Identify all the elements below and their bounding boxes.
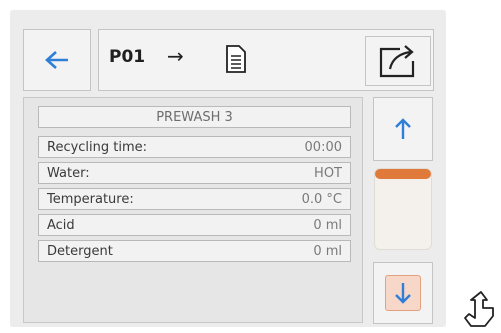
list-item[interactable]: Temperature: 0.0 °C bbox=[38, 188, 351, 210]
row-label: Detergent bbox=[47, 243, 113, 259]
scroll-down-highlight[interactable] bbox=[385, 275, 421, 311]
list-item[interactable]: Water: HOT bbox=[38, 162, 351, 184]
arrow-up-icon bbox=[395, 118, 411, 139]
row-label: Temperature: bbox=[47, 191, 134, 207]
document-icon bbox=[226, 45, 246, 73]
step-header: PREWASH 3 bbox=[38, 106, 351, 128]
row-label: Recycling time: bbox=[47, 139, 148, 155]
row-value: 0 ml bbox=[313, 243, 342, 259]
title-bar: P01 → bbox=[98, 29, 434, 91]
scrollbar-track[interactable] bbox=[374, 168, 432, 250]
row-value: 0 ml bbox=[313, 217, 342, 233]
row-value: 00:00 bbox=[304, 139, 342, 155]
arrow-left-icon bbox=[45, 51, 68, 69]
scrollbar-thumb[interactable] bbox=[375, 169, 431, 179]
list-item[interactable]: Recycling time: 00:00 bbox=[38, 136, 351, 158]
back-button[interactable] bbox=[23, 29, 91, 91]
export-button[interactable] bbox=[365, 36, 431, 86]
scroll-down-button[interactable] bbox=[373, 262, 433, 324]
list-item[interactable]: Acid 0 ml bbox=[38, 214, 351, 236]
scroll-up-button[interactable] bbox=[373, 97, 433, 161]
export-icon bbox=[379, 45, 415, 78]
program-step-list: PREWASH 3 Recycling time: 00:00 Water: H… bbox=[23, 97, 363, 323]
arrow-right-icon: → bbox=[167, 44, 184, 68]
row-value: HOT bbox=[314, 165, 342, 181]
hand-pointer-icon bbox=[464, 291, 494, 327]
row-value: 0.0 °C bbox=[301, 191, 342, 207]
row-label: Acid bbox=[47, 217, 75, 233]
row-label: Water: bbox=[47, 165, 90, 181]
program-label: P01 bbox=[109, 47, 146, 67]
arrow-down-icon bbox=[395, 283, 411, 304]
step-title: PREWASH 3 bbox=[156, 109, 233, 125]
list-item[interactable]: Detergent 0 ml bbox=[38, 240, 351, 262]
